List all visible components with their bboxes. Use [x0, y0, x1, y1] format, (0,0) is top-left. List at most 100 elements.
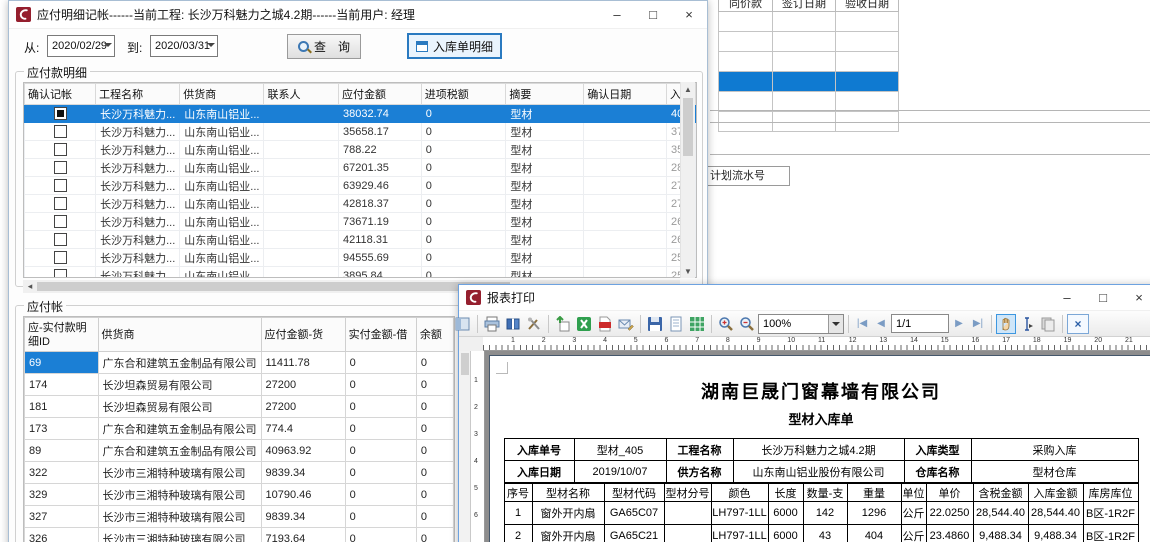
cell-confirm-date[interactable]	[584, 141, 667, 159]
cell-amount[interactable]: 42118.31	[338, 231, 421, 249]
cell[interactable]	[773, 32, 836, 52]
first-page-button[interactable]: |◀	[853, 318, 871, 329]
cell-supplier[interactable]: 广东合和建筑五金制品有限公司	[98, 440, 261, 462]
zoom-in-icon[interactable]	[716, 314, 736, 334]
cell-balance[interactable]: 0	[416, 440, 453, 462]
cell-balance[interactable]: 0	[416, 396, 453, 418]
cell-amount[interactable]: 788.22	[338, 141, 421, 159]
cell-supplier[interactable]: 广东合和建筑五金制品有限公司	[98, 418, 261, 440]
cell-confirm-date[interactable]	[584, 231, 667, 249]
cell-id[interactable]: 89	[25, 440, 99, 462]
cell-supplier[interactable]: 长沙市三湘特种玻璃有限公司	[98, 528, 261, 542]
cell[interactable]	[836, 52, 899, 72]
pdf-icon[interactable]	[595, 314, 615, 334]
to-date-picker[interactable]: 2020/03/31	[150, 35, 218, 57]
cell-id[interactable]: 69	[25, 352, 99, 374]
cell-confirm-date[interactable]	[584, 267, 667, 279]
cell-supplier[interactable]: 山东南山铝业...	[180, 105, 264, 123]
cell-confirm-date[interactable]	[584, 105, 667, 123]
maximize-button[interactable]: □	[1085, 285, 1121, 310]
cell-balance[interactable]: 0	[416, 528, 453, 542]
cell-payable[interactable]: 27200	[261, 396, 345, 418]
mail-icon[interactable]	[616, 314, 636, 334]
minimize-button[interactable]: –	[1049, 285, 1085, 310]
cell-payable[interactable]: 9839.34	[261, 506, 345, 528]
scroll-up-icon[interactable]: ▲	[681, 82, 695, 96]
cell-id[interactable]: 181	[25, 396, 99, 418]
cell-amount[interactable]: 35658.17	[338, 123, 421, 141]
cell-confirm[interactable]	[25, 249, 96, 267]
export-icon[interactable]	[553, 314, 573, 334]
last-page-button[interactable]: ▶|	[969, 318, 987, 329]
cell-id[interactable]: 327	[25, 506, 99, 528]
table-row[interactable]: 长沙万科魅力...山东南山铝业...788.220型材358	[25, 141, 696, 159]
cell-contact[interactable]	[264, 195, 339, 213]
cell-id[interactable]: 326	[25, 528, 99, 542]
cell-contact[interactable]	[264, 249, 339, 267]
cell-project[interactable]: 长沙万科魅力...	[96, 231, 180, 249]
cell-supplier[interactable]: 长沙坦森贸易有限公司	[98, 374, 261, 396]
query-button[interactable]: 查 询	[287, 34, 361, 59]
cell[interactable]	[836, 72, 899, 92]
table-row[interactable]: 174长沙坦森贸易有限公司2720000	[25, 374, 454, 396]
column-header[interactable]: 摘要	[506, 84, 584, 105]
cell-id[interactable]: 173	[25, 418, 99, 440]
cell-project[interactable]: 长沙万科魅力...	[96, 249, 180, 267]
confirm-checkbox[interactable]	[54, 179, 67, 192]
cell-paid[interactable]: 0	[345, 374, 416, 396]
cell-project[interactable]: 长沙万科魅力...	[96, 123, 180, 141]
cell-confirm[interactable]	[25, 105, 96, 123]
confirm-checkbox[interactable]	[54, 125, 67, 138]
copy-icon[interactable]	[1038, 314, 1058, 334]
table-row[interactable]: 长沙万科魅力...山东南山铝业...3895.840型材252	[25, 267, 696, 279]
cell-supplier[interactable]: 山东南山铝业...	[180, 249, 264, 267]
cell-tax[interactable]: 0	[421, 249, 506, 267]
column-header[interactable]: 实付金额-借	[345, 318, 416, 352]
cell-tax[interactable]: 0	[421, 159, 506, 177]
table-row[interactable]: 181长沙坦森贸易有限公司2720000	[25, 396, 454, 418]
cell-confirm[interactable]	[25, 123, 96, 141]
table-row[interactable]	[719, 32, 899, 52]
cell-payable[interactable]: 7193.64	[261, 528, 345, 542]
cell-confirm[interactable]	[25, 213, 96, 231]
table-row[interactable]: 长沙万科魅力...山东南山铝业...73671.190型材266	[25, 213, 696, 231]
table-row[interactable]: 长沙万科魅力...山东南山铝业...94555.690型材251	[25, 249, 696, 267]
prev-page-button[interactable]: ◀	[872, 318, 890, 329]
options-icon[interactable]	[453, 314, 473, 334]
grid-icon[interactable]	[687, 314, 707, 334]
payable-window-titlebar[interactable]: 应付明细记帐------当前工程: 长沙万科魅力之城4.2期------当前用户…	[9, 1, 707, 29]
confirm-checkbox[interactable]	[54, 161, 67, 174]
cell-project[interactable]: 长沙万科魅力...	[96, 105, 180, 123]
table-row[interactable]: 173广东合和建筑五金制品有限公司774.400	[25, 418, 454, 440]
table-row[interactable]	[719, 92, 899, 112]
cell[interactable]	[719, 72, 773, 92]
cell-tax[interactable]: 0	[421, 177, 506, 195]
cell[interactable]	[773, 52, 836, 72]
column-header[interactable]: 供货商	[98, 318, 261, 352]
cell-supplier[interactable]: 长沙市三湘特种玻璃有限公司	[98, 484, 261, 506]
cell-payable[interactable]: 9839.34	[261, 462, 345, 484]
save-icon[interactable]	[645, 314, 665, 334]
cell-paid[interactable]: 0	[345, 506, 416, 528]
cell-summary[interactable]: 型材	[506, 213, 584, 231]
cell-project[interactable]: 长沙万科魅力...	[96, 177, 180, 195]
table-row[interactable]: 长沙万科魅力...山东南山铝业...38032.740型材405	[25, 105, 696, 123]
cell-id[interactable]: 322	[25, 462, 99, 484]
cell-summary[interactable]: 型材	[506, 267, 584, 279]
cell-paid[interactable]: 0	[345, 484, 416, 506]
cell-summary[interactable]: 型材	[506, 105, 584, 123]
receipt-detail-button[interactable]: 入库单明细	[407, 33, 502, 59]
cell-confirm-date[interactable]	[584, 123, 667, 141]
scrollbar-thumb[interactable]	[37, 282, 510, 291]
cell-paid[interactable]: 0	[345, 528, 416, 542]
cell-summary[interactable]: 型材	[506, 159, 584, 177]
cell-contact[interactable]	[264, 159, 339, 177]
cell-summary[interactable]: 型材	[506, 249, 584, 267]
cell-contact[interactable]	[264, 177, 339, 195]
table-row[interactable]: 长沙万科魅力...山东南山铝业...35658.170型材376	[25, 123, 696, 141]
cell-confirm-date[interactable]	[584, 249, 667, 267]
scroll-left-icon[interactable]: ◂	[23, 281, 37, 292]
cell-contact[interactable]	[264, 267, 339, 279]
zoom-level-select[interactable]: 100%	[758, 314, 844, 334]
cell-tax[interactable]: 0	[421, 231, 506, 249]
